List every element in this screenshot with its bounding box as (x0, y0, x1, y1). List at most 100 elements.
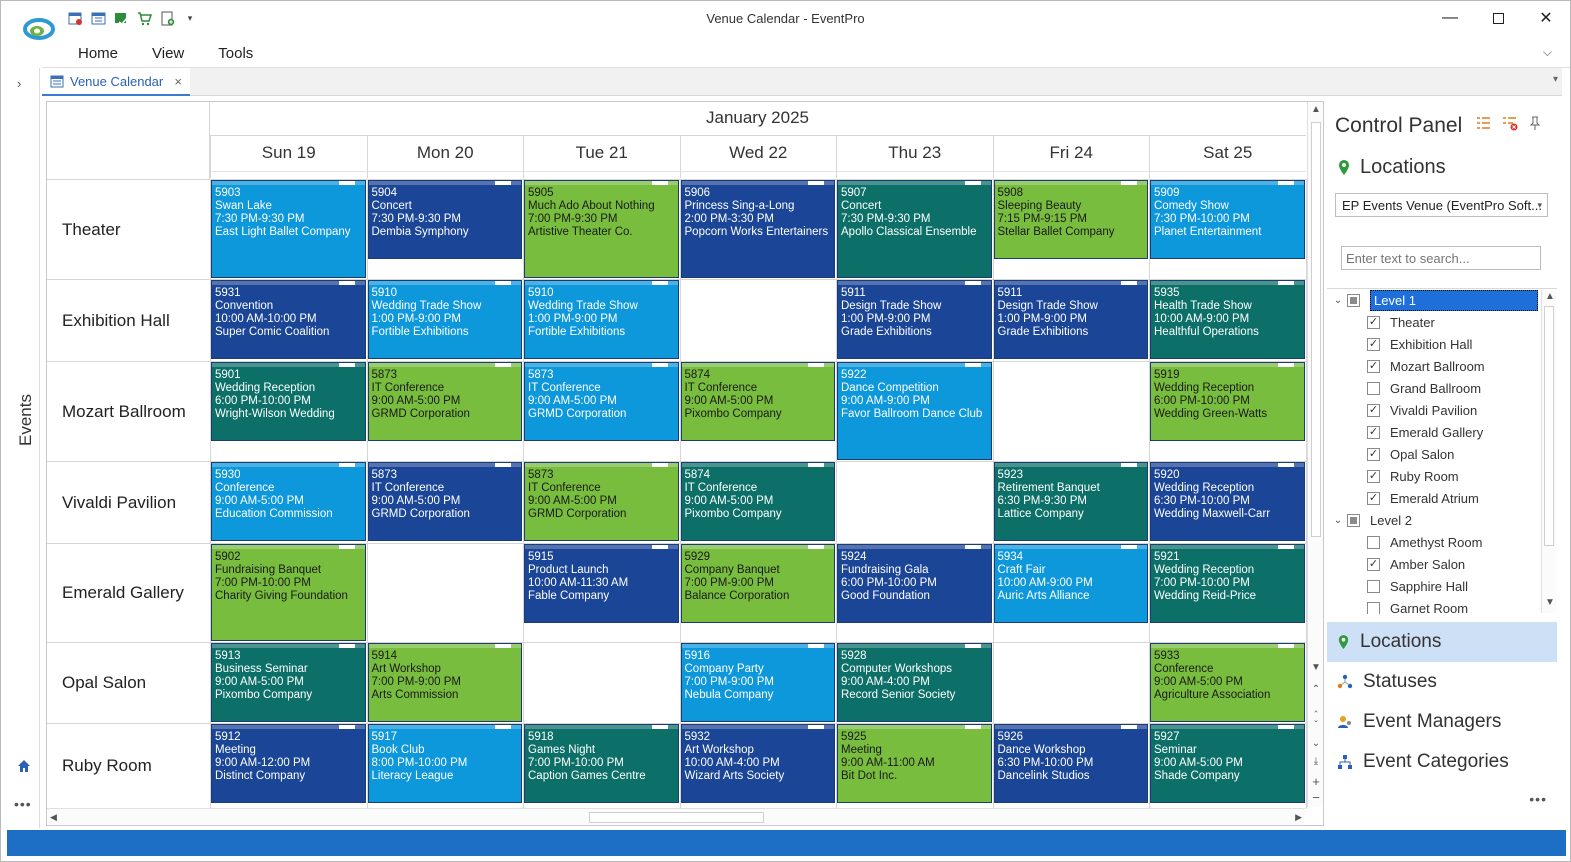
zoom-in-icon[interactable]: + (1310, 774, 1322, 789)
event-appointment[interactable]: 5919 Wedding Reception 6:00 PM-10:00 PM Wed… (1150, 362, 1305, 441)
clear-filter-icon[interactable] (1501, 115, 1519, 131)
scroll-page-up-icon[interactable]: ⌃ (1310, 684, 1322, 695)
event-appointment[interactable]: 5933 Conference 9:00 AM-5:00 PM Agriculture… (1150, 643, 1305, 722)
more-options-icon[interactable]: ••• (1529, 791, 1547, 807)
scroll-left-icon[interactable]: ◀ (50, 812, 57, 823)
event-appointment[interactable]: 5932 Art Workshop 10:00 AM-4:00 PM Wizard A… (680, 724, 835, 803)
tree-location-node[interactable]: ✓ Emerald Atrium (1367, 487, 1479, 509)
horizontal-scroll-thumb[interactable] (589, 812, 764, 823)
event-appointment[interactable]: 5873 IT Conference 9:00 AM-5:00 PM GRMD Cor… (367, 362, 522, 441)
pin-icon[interactable] (1529, 115, 1541, 131)
scroll-right-icon[interactable]: ▶ (1295, 812, 1302, 823)
event-appointment[interactable]: 5931 Convention 10:00 AM-10:00 PM Super Com… (211, 280, 366, 359)
event-appointment[interactable]: 5913 Business Seminar 9:00 AM-5:00 PM Pixom… (211, 643, 366, 722)
event-appointment[interactable]: 5906 Princess Sing-a-Long 2:00 PM-3:30 PM P… (680, 180, 835, 278)
accordion-event-managers[interactable]: Event Managers (1327, 702, 1557, 742)
event-appointment[interactable]: 5910 Wedding Trade Show 1:00 PM-9:00 PM For… (524, 280, 679, 359)
minimize-button[interactable]: — (1426, 1, 1474, 35)
menu-tools[interactable]: Tools (201, 43, 270, 65)
tree-location-node[interactable]: Amethyst Room (1367, 531, 1482, 553)
checkbox[interactable]: ✓ (1367, 337, 1380, 351)
event-appointment[interactable]: 5908 Sleeping Beauty 7:15 PM-9:15 PM Stella… (993, 180, 1148, 259)
filter-list-icon[interactable] (1475, 115, 1491, 131)
tree-location-node[interactable]: ✓ Vivaldi Pavilion (1367, 399, 1477, 421)
checkbox[interactable]: ✓ (1367, 425, 1380, 439)
ribbon-collapse-icon[interactable]: ⌵ (1543, 45, 1552, 60)
scroll-up-icon[interactable]: ▲ (1310, 104, 1322, 115)
home-icon[interactable] (16, 758, 32, 774)
event-appointment[interactable]: 5907 Concert 7:30 PM-9:30 PM Apollo Classic… (837, 180, 992, 278)
tree-location-node[interactable]: ✓ Emerald Gallery (1367, 421, 1483, 443)
tree-level-node[interactable]: ⌄ Level 1 (1331, 289, 1538, 311)
event-appointment[interactable]: 5927 Seminar 9:00 AM-5:00 PM Shade Company (1150, 724, 1305, 803)
event-appointment[interactable]: 5905 Much Ado About Nothing 7:00 PM-9:30 P… (524, 180, 679, 278)
checkbox[interactable] (1367, 579, 1380, 593)
event-appointment[interactable]: 5912 Meeting 9:00 AM-12:00 PM Distinct Comp… (211, 724, 366, 803)
tree-level-node[interactable]: ⌄ Level 2 (1331, 509, 1412, 531)
tree-collapse-chevron-icon[interactable]: ⌄ (1331, 295, 1345, 306)
event-appointment[interactable]: 5916 Company Party 7:00 PM-9:00 PM Nebula C… (680, 643, 835, 722)
tree-location-node[interactable]: ✓ Exhibition Hall (1367, 333, 1472, 355)
event-appointment[interactable]: 5914 Art Workshop 7:00 PM-9:00 PM Arts Comm… (367, 643, 522, 722)
event-appointment[interactable]: 5920 Wedding Reception 6:30 PM-10:00 PM Wed… (1150, 462, 1305, 541)
event-appointment[interactable]: 5929 Company Banquet 7:00 PM-9:00 PM Balanc… (680, 544, 835, 623)
tab-list-dropdown-icon[interactable]: ▾ (1553, 74, 1558, 85)
checkbox[interactable]: ✓ (1367, 359, 1380, 373)
vertical-scrollbar[interactable]: ▲ ▼ ⌃ ‸ ˇ ⌄ ⤓ + − (1307, 102, 1323, 807)
checkbox[interactable]: ✓ (1367, 491, 1380, 505)
tab-close-icon[interactable]: × (174, 74, 182, 89)
tree-scroll-thumb[interactable] (1544, 306, 1554, 546)
close-button[interactable]: ✕ (1522, 1, 1570, 35)
accordion-event-categories[interactable]: Event Categories (1327, 742, 1557, 782)
event-appointment[interactable]: 5910 Wedding Trade Show 1:00 PM-9:00 PM For… (367, 280, 522, 359)
maximize-button[interactable] (1474, 1, 1522, 35)
tree-location-node[interactable]: Garnet Room (1367, 597, 1468, 614)
tree-location-node[interactable]: Sapphire Hall (1367, 575, 1468, 597)
event-appointment[interactable]: 5922 Dance Competition 9:00 AM-9:00 PM Favo… (837, 362, 992, 460)
event-appointment[interactable]: 5917 Book Club 8:00 PM-10:00 PM Literacy Le… (367, 724, 522, 803)
zoom-out-icon[interactable]: − (1310, 790, 1322, 805)
tree-location-node[interactable]: ✓ Mozart Ballroom (1367, 355, 1485, 377)
checkbox[interactable] (1367, 601, 1380, 614)
location-search-input[interactable] (1341, 246, 1541, 270)
event-appointment[interactable]: 5930 Conference 9:00 AM-5:00 PM Education C… (211, 462, 366, 541)
checkbox[interactable]: ✓ (1367, 315, 1380, 329)
event-appointment[interactable]: 5925 Meeting 9:00 AM-11:00 AM Bit Dot Inc. (837, 724, 992, 803)
horizontal-scrollbar[interactable]: ◀ ▶ (47, 808, 1305, 825)
accordion-statuses[interactable]: Statuses (1327, 662, 1557, 702)
scroll-prev-icon[interactable]: ‸ (1310, 702, 1322, 713)
tree-location-node[interactable]: ✓ Theater (1367, 311, 1435, 333)
expand-chevron-icon[interactable]: › (17, 76, 21, 91)
checkbox[interactable] (1367, 535, 1380, 549)
scroll-last-icon[interactable]: ⤓ (1310, 756, 1322, 767)
checkbox[interactable]: ✓ (1367, 447, 1380, 461)
event-appointment[interactable]: 5918 Games Night 7:00 PM-10:00 PM Caption G… (524, 724, 679, 803)
event-appointment[interactable]: 5934 Craft Fair 10:00 AM-9:00 PM Auric Arts… (993, 544, 1148, 623)
event-appointment[interactable]: 5911 Design Trade Show 1:00 PM-9:00 PM Grad… (837, 280, 992, 359)
tree-scroll-down-icon[interactable]: ▼ (1544, 597, 1556, 608)
scroll-page-down-icon[interactable]: ⌄ (1310, 738, 1322, 749)
event-appointment[interactable]: 5926 Dance Workshop 6:30 PM-10:00 PM Dancel… (993, 724, 1148, 803)
event-appointment[interactable]: 5873 IT Conference 9:00 AM-5:00 PM GRMD Cor… (524, 362, 679, 441)
tab-venue-calendar[interactable]: Venue Calendar × (42, 68, 190, 96)
tree-location-node[interactable]: ✓ Opal Salon (1367, 443, 1454, 465)
scroll-down-icon[interactable]: ▼ (1310, 662, 1322, 673)
partial-checkbox[interactable] (1347, 513, 1360, 527)
events-pane-label[interactable]: Events (16, 394, 36, 446)
tree-location-node[interactable]: ✓ Amber Salon (1367, 553, 1465, 575)
tree-collapse-chevron-icon[interactable]: ⌄ (1331, 515, 1345, 526)
tree-location-node[interactable]: Grand Ballroom (1367, 377, 1481, 399)
event-appointment[interactable]: 5921 Wedding Reception 7:00 PM-10:00 PM Wed… (1150, 544, 1305, 623)
event-appointment[interactable]: 5909 Comedy Show 7:30 PM-10:00 PM Planet En… (1150, 180, 1305, 259)
tree-scroll-up-icon[interactable]: ▲ (1544, 291, 1556, 302)
event-appointment[interactable]: 5911 Design Trade Show 1:00 PM-9:00 PM Grad… (993, 280, 1148, 359)
more-options-icon[interactable]: ••• (14, 796, 32, 812)
accordion-locations[interactable]: Locations (1327, 622, 1557, 662)
menu-home[interactable]: Home (61, 43, 135, 65)
event-appointment[interactable]: 5928 Computer Workshops 9:00 AM-4:00 PM Rec… (837, 643, 992, 722)
tree-location-node[interactable]: ✓ Ruby Room (1367, 465, 1459, 487)
vertical-scroll-thumb[interactable] (1311, 122, 1321, 537)
tree-scrollbar[interactable]: ▲ ▼ (1541, 290, 1556, 613)
menu-view[interactable]: View (135, 43, 201, 65)
event-appointment[interactable]: 5923 Retirement Banquet 6:30 PM-9:30 PM Lat… (993, 462, 1148, 541)
